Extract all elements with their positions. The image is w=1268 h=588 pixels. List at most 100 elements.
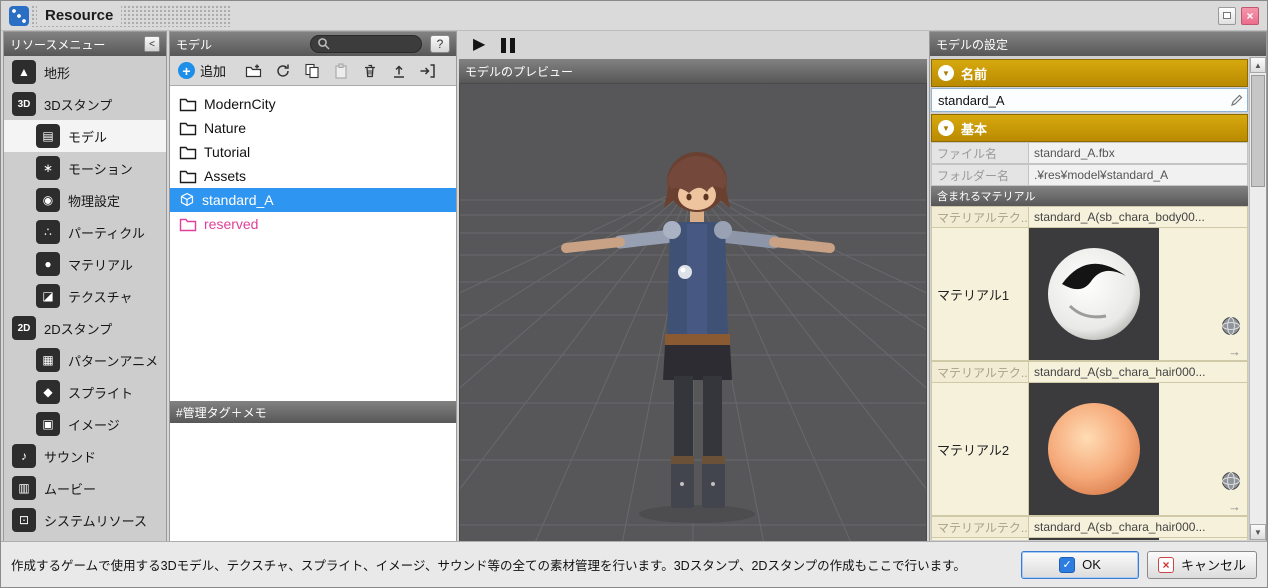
search-input[interactable] — [335, 38, 415, 50]
material-group-3: マテリアルテク... standard_A(sb_chara_hair000..… — [931, 516, 1248, 540]
scroll-up-button[interactable]: ▲ — [1250, 57, 1266, 73]
new-folder-button[interactable] — [240, 58, 267, 83]
file-row-reserved[interactable]: reserved — [170, 212, 456, 236]
sidebar-item-model[interactable]: ▤ モデル — [4, 120, 166, 152]
file-row-standard-a[interactable]: standard_A — [170, 188, 456, 212]
play-button[interactable]: ▶ — [473, 37, 485, 53]
statusbar: 作成するゲームで使用する3Dモデル、テクスチャ、スプライト、イメージ、サウンド等… — [1, 541, 1267, 587]
sidebar-item-sprite-label: スプライト — [68, 383, 133, 402]
material-1-texture-select[interactable]: standard_A(sb_chara_body00... — [1028, 206, 1248, 228]
material-group-2: マテリアルテク... standard_A(sb_chara_hair000..… — [931, 361, 1248, 516]
file-row-nature[interactable]: Nature — [170, 116, 456, 140]
material-group-1: マテリアルテク... standard_A(sb_chara_body00...… — [931, 206, 1248, 361]
sidebar-item-particle[interactable]: ∴ パーティクル — [4, 216, 166, 248]
settings-scrollbar[interactable]: ▲ ▼ — [1249, 57, 1266, 540]
material-ball-icon[interactable] — [1220, 315, 1242, 340]
sidebar-item-physics[interactable]: ◉ 物理設定 — [4, 184, 166, 216]
ok-button-label: OK — [1082, 557, 1101, 572]
sidebar-item-texture[interactable]: ◪ テクスチャ — [4, 280, 166, 312]
add-button[interactable]: + 追加 — [174, 58, 235, 83]
scroll-down-button[interactable]: ▼ — [1250, 524, 1266, 540]
file-row-moderncity[interactable]: ModernCity — [170, 92, 456, 116]
field-row-folder-name: フォルダー名 .¥res¥model¥standard_A — [931, 164, 1248, 186]
file-label: ModernCity — [204, 96, 276, 112]
cancel-button[interactable]: × キャンセル — [1147, 551, 1257, 579]
ok-checkbox-icon: ✓ — [1059, 557, 1075, 573]
texture-icon: ◪ — [36, 284, 60, 308]
file-label: reserved — [204, 216, 258, 232]
particle-icon: ∴ — [36, 220, 60, 244]
sidebar-item-image[interactable]: ▣ イメージ — [4, 408, 166, 440]
material-2-sphere — [1042, 397, 1146, 501]
model-name-input[interactable] — [931, 88, 1248, 112]
edit-pencil-icon[interactable] — [1230, 93, 1244, 112]
sidebar-item-system-resource[interactable]: ⊡ システムリソース — [4, 504, 166, 536]
terrain-icon: ▲ — [12, 60, 36, 84]
name-field-row — [931, 88, 1248, 112]
material-3-texture-select[interactable]: standard_A(sb_chara_hair000... — [1028, 516, 1248, 538]
folder-plus-icon — [245, 63, 262, 79]
plus-icon: + — [178, 62, 195, 79]
memo-area[interactable] — [170, 423, 456, 541]
file-row-tutorial[interactable]: Tutorial — [170, 140, 456, 164]
sidebar-item-sound-label: サウンド — [44, 447, 96, 466]
viewport-canvas — [460, 84, 926, 541]
material-3-side — [1159, 538, 1247, 540]
preview-header-label: モデルのプレビュー — [465, 63, 573, 80]
model-viewport[interactable] — [459, 83, 927, 542]
sidebar-item-texture-label: テクスチャ — [68, 287, 132, 306]
window-title: Resource — [37, 6, 121, 25]
model-file-icon — [179, 192, 195, 208]
sidebar-item-3d-stamp[interactable]: 3D 3Dスタンプ — [4, 88, 166, 120]
sidebar-item-sprite[interactable]: ◆ スプライト — [4, 376, 166, 408]
sidebar-item-image-label: イメージ — [68, 415, 120, 434]
material-2-preview — [1029, 383, 1159, 515]
folder-icon — [179, 97, 197, 112]
paste-button[interactable] — [327, 58, 354, 83]
restore-button[interactable] — [1218, 7, 1236, 25]
sidebar-item-2d-stamp[interactable]: 2D 2Dスタンプ — [4, 312, 166, 344]
material-1-body: マテリアル1 — [931, 228, 1248, 361]
sidebar-item-motion-label: モーション — [68, 159, 133, 178]
sidebar-item-pattern-anime[interactable]: ▦ パターンアニメ — [4, 344, 166, 376]
sidebar-item-sound[interactable]: ♪ サウンド — [4, 440, 166, 472]
file-row-assets[interactable]: Assets — [170, 164, 456, 188]
section-basic-label: 基本 — [961, 119, 987, 138]
sidebar-item-terrain[interactable]: ▲ 地形 — [4, 56, 166, 88]
export-button[interactable] — [385, 58, 412, 83]
sidebar-collapse-button[interactable]: < — [144, 36, 160, 52]
transport-bar: ▶ — [459, 31, 927, 59]
sidebar-item-material[interactable]: ● マテリアル — [4, 248, 166, 280]
cancel-x-icon: × — [1158, 557, 1174, 573]
sidebar-item-movie[interactable]: ▥ ムービー — [4, 472, 166, 504]
section-header-basic[interactable]: ▼ 基本 — [931, 114, 1248, 142]
titlebar[interactable]: Resource × — [1, 1, 1267, 31]
sound-icon: ♪ — [12, 444, 36, 468]
pattern-anime-icon: ▦ — [36, 348, 60, 372]
physics-icon: ◉ — [36, 188, 60, 212]
refresh-button[interactable] — [269, 58, 296, 83]
import-button[interactable] — [414, 58, 441, 83]
delete-button[interactable] — [356, 58, 383, 83]
stamp-3d-icon: 3D — [12, 92, 36, 116]
help-button[interactable]: ? — [430, 35, 450, 53]
goto-material-arrow[interactable]: → — [1228, 344, 1241, 359]
search-box[interactable] — [310, 35, 422, 53]
copy-icon — [304, 63, 320, 79]
section-header-name[interactable]: ▼ 名前 — [931, 59, 1248, 87]
material-1-texture-row: マテリアルテク... standard_A(sb_chara_body00... — [931, 206, 1248, 228]
add-button-label: 追加 — [200, 61, 226, 80]
model-icon: ▤ — [36, 124, 60, 148]
duplicate-button[interactable] — [298, 58, 325, 83]
close-button[interactable]: × — [1241, 7, 1259, 25]
filename-label: ファイル名 — [931, 142, 1028, 164]
sidebar-item-motion[interactable]: ∗ モーション — [4, 152, 166, 184]
material-2-body: マテリアル2 → — [931, 383, 1248, 516]
ok-button[interactable]: ✓ OK — [1021, 551, 1139, 579]
goto-material-arrow[interactable]: → — [1228, 499, 1241, 514]
model-panel-header: モデル ? — [170, 32, 456, 56]
material-2-texture-select[interactable]: standard_A(sb_chara_hair000... — [1028, 361, 1248, 383]
scrollbar-thumb[interactable] — [1251, 75, 1265, 187]
pause-button[interactable] — [501, 38, 515, 53]
material-ball-icon[interactable] — [1220, 470, 1242, 495]
